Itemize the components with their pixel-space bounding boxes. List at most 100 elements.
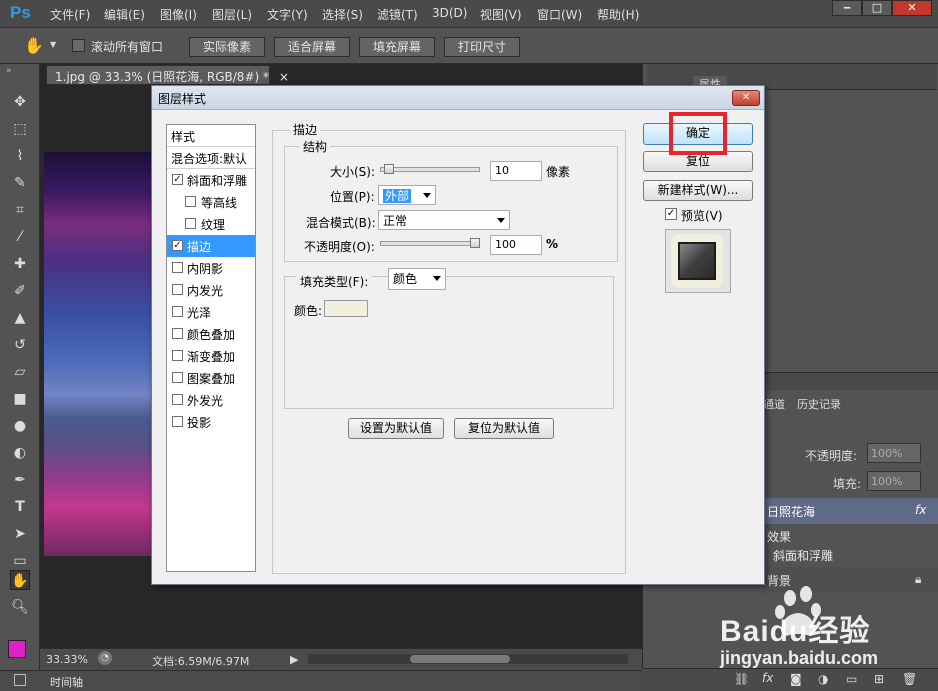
style-item-checkbox[interactable]: ✓ <box>172 240 183 251</box>
timeline-label[interactable]: 时间轴 <box>50 674 83 690</box>
stamp-tool-icon[interactable]: ▲ <box>10 308 30 328</box>
position-dropdown[interactable]: 外部 <box>378 185 436 205</box>
preview-checkbox[interactable]: ✓ <box>665 208 677 220</box>
timeline-panel-icon[interactable] <box>14 674 26 686</box>
style-item-checkbox[interactable] <box>172 394 183 405</box>
new-style-button[interactable]: 新建样式(W)... <box>643 180 753 201</box>
size-slider[interactable] <box>380 167 480 172</box>
collapse-icon[interactable]: » <box>6 66 12 76</box>
menu-type[interactable]: 文字(Y) <box>267 6 308 23</box>
status-menu-arrow-icon[interactable]: ▶ <box>290 653 298 666</box>
menu-help[interactable]: 帮助(H) <box>597 6 639 23</box>
style-item-row[interactable]: 外发光 <box>167 389 255 411</box>
print-size-button[interactable]: 打印尺寸 <box>444 37 520 57</box>
fill-screen-button[interactable]: 填充屏幕 <box>359 37 435 57</box>
horizontal-scrollbar[interactable] <box>308 654 628 664</box>
layer-opacity-field[interactable]: 100% <box>867 443 921 463</box>
zoom-level[interactable]: 33.33% <box>46 653 88 666</box>
style-item-checkbox[interactable] <box>185 196 196 207</box>
document-tab[interactable]: 1.jpg @ 33.3% (日照花海, RGB/8#) * × <box>46 65 289 85</box>
history-brush-tool-icon[interactable]: ↺ <box>10 335 30 355</box>
layer-row-selected[interactable]: 日照花海 fx <box>763 498 938 524</box>
actual-pixels-button[interactable]: 实际像素 <box>189 37 265 57</box>
dodge-tool-icon[interactable]: ◐ <box>10 443 30 463</box>
minimize-icon[interactable]: ‒ <box>832 0 862 16</box>
style-item-row[interactable]: 内发光 <box>167 279 255 301</box>
marquee-tool-icon[interactable]: ⬚ <box>10 119 30 139</box>
scroll-all-checkbox[interactable] <box>72 39 85 52</box>
style-item-checkbox[interactable]: ✓ <box>172 174 183 185</box>
eyedropper-tool-icon[interactable]: ⁄ <box>10 227 30 247</box>
stroke-color-swatch[interactable] <box>324 300 368 317</box>
blur-tool-icon[interactable]: ● <box>10 416 30 436</box>
effect-bevel-label[interactable]: 斜面和浮雕 <box>773 547 833 564</box>
style-item-checkbox[interactable] <box>185 218 196 229</box>
shape-tool-icon[interactable]: ▭ <box>10 551 30 571</box>
horizontal-scroll-thumb[interactable] <box>410 655 510 663</box>
style-item-row[interactable]: ✓ 斜面和浮雕 <box>167 169 255 191</box>
style-item-row[interactable]: 光泽 <box>167 301 255 323</box>
style-item-row[interactable]: 内阴影 <box>167 257 255 279</box>
style-item-checkbox[interactable] <box>172 262 183 273</box>
move-tool-icon[interactable]: ✥ <box>10 92 30 112</box>
menu-edit[interactable]: 编辑(E) <box>104 6 145 23</box>
size-slider-thumb[interactable] <box>383 164 394 174</box>
style-item-row[interactable]: 等高线 <box>167 191 255 213</box>
menu-image[interactable]: 图像(I) <box>160 6 197 23</box>
style-item-row[interactable]: ✓ 描边 <box>167 235 255 257</box>
menu-filter[interactable]: 滤镜(T) <box>377 6 418 23</box>
style-item-row[interactable]: 纹理 <box>167 213 255 235</box>
menu-window[interactable]: 窗口(W) <box>537 6 582 23</box>
status-info-icon[interactable]: ◔ <box>98 651 112 665</box>
history-tab[interactable]: 历史记录 <box>797 396 841 412</box>
reset-default-button[interactable]: 复位为默认值 <box>454 418 554 439</box>
style-item-row[interactable]: 渐变叠加 <box>167 345 255 367</box>
close-tab-icon[interactable]: × <box>279 70 289 84</box>
lasso-tool-icon[interactable]: ⌇ <box>10 146 30 166</box>
fill-type-dropdown[interactable]: 颜色 <box>388 268 446 290</box>
fit-screen-button[interactable]: 适合屏幕 <box>274 37 350 57</box>
close-window-icon[interactable]: ✕ <box>892 0 932 16</box>
brush-tool-icon[interactable]: ✐ <box>10 281 30 301</box>
channels-tab[interactable]: 通道 <box>763 396 785 412</box>
hand-tool-active-icon[interactable]: ✋ <box>10 570 30 590</box>
menu-3d[interactable]: 3D(D) <box>432 6 467 20</box>
foreground-color-swatch[interactable] <box>8 640 26 658</box>
maximize-icon[interactable]: □ <box>862 0 892 16</box>
menu-select[interactable]: 选择(S) <box>322 6 363 23</box>
blend-options-item[interactable]: 混合选项:默认 <box>167 147 255 169</box>
menu-layer[interactable]: 图层(L) <box>212 6 252 23</box>
path-select-tool-icon[interactable]: ➤ <box>10 524 30 544</box>
healing-tool-icon[interactable]: ✚ <box>10 254 30 274</box>
style-item-checkbox[interactable] <box>172 372 183 383</box>
opacity-field[interactable]: 100 <box>490 235 542 255</box>
style-item-checkbox[interactable] <box>172 306 183 317</box>
tool-preset-chevron-icon[interactable]: ▼ <box>50 40 56 49</box>
style-item-checkbox[interactable] <box>172 284 183 295</box>
style-item-checkbox[interactable] <box>172 416 183 427</box>
hand-tool-icon[interactable]: ✋ <box>24 36 44 55</box>
layer-fill-field[interactable]: 100% <box>867 471 921 491</box>
style-item-row[interactable]: 颜色叠加 <box>167 323 255 345</box>
style-item-row[interactable]: 图案叠加 <box>167 367 255 389</box>
style-item-checkbox[interactable] <box>172 328 183 339</box>
crop-tool-icon[interactable]: ⌗ <box>10 200 30 220</box>
quick-select-tool-icon[interactable]: ✎ <box>10 173 30 193</box>
gradient-tool-icon[interactable]: ■ <box>10 389 30 409</box>
fx-icon[interactable]: fx <box>915 503 926 517</box>
type-tool-icon[interactable]: T <box>10 497 30 517</box>
styles-header[interactable]: 样式 <box>167 125 255 147</box>
opacity-slider[interactable] <box>380 241 480 246</box>
opacity-slider-thumb[interactable] <box>470 238 480 248</box>
canvas-image[interactable] <box>44 152 154 556</box>
menu-file[interactable]: 文件(F) <box>50 6 90 23</box>
style-item-row[interactable]: 投影 <box>167 411 255 433</box>
zoom-tool-icon[interactable]: 🔍︎ <box>10 597 30 617</box>
style-item-checkbox[interactable] <box>172 350 183 361</box>
eraser-tool-icon[interactable]: ▱ <box>10 362 30 382</box>
set-default-button[interactable]: 设置为默认值 <box>348 418 444 439</box>
menu-view[interactable]: 视图(V) <box>480 6 522 23</box>
dialog-titlebar[interactable]: 图层样式 ✕ <box>152 86 764 110</box>
blend-mode-dropdown[interactable]: 正常 <box>378 210 510 230</box>
dialog-close-icon[interactable]: ✕ <box>732 90 760 106</box>
